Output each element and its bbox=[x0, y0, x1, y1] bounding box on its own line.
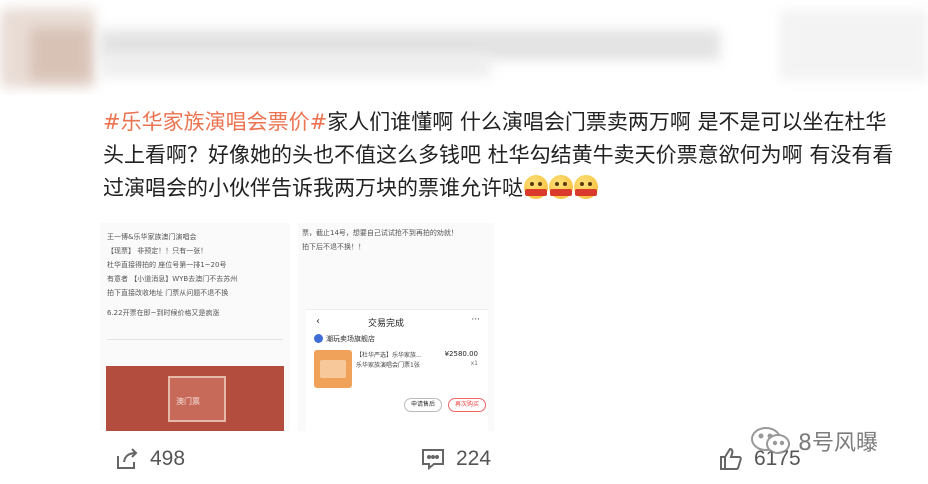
thumbs-up-icon bbox=[720, 447, 742, 470]
ticket-label: 澳门票 bbox=[176, 397, 200, 406]
product-subtitle: 乐华家族演唱会门票1张 bbox=[356, 362, 420, 369]
blurred-profile-header bbox=[0, 0, 928, 95]
comment-icon bbox=[422, 449, 444, 471]
share-icon bbox=[117, 448, 138, 469]
order-title: 交易完成 bbox=[368, 319, 405, 329]
image-text-line: 杜华直接得拍的 座位号第一排1~20号 bbox=[107, 261, 227, 269]
order-nav-bar: ‹ 交易完成 ··· bbox=[306, 314, 488, 330]
buy-again-button: 再次购买 bbox=[448, 398, 487, 412]
product-qty: x1 bbox=[470, 360, 478, 367]
crying-face-icon bbox=[574, 175, 598, 199]
watermark: 8号风曝 bbox=[746, 424, 878, 458]
product-title: 【杜华严选】乐华家族... bbox=[356, 352, 422, 359]
share-count: 498 bbox=[150, 447, 186, 470]
order-screenshot: ‹ 交易完成 ··· 潮玩卖场旗舰店 【杜华严选】乐华家族... 乐华家族演唱会… bbox=[306, 309, 488, 431]
store-name: 潮玩卖场旗舰店 bbox=[314, 334, 375, 344]
after-sale-button: 申请售后 bbox=[404, 398, 443, 412]
image-text-line: 6.22开票在即~到时候价格又是疯涨 bbox=[107, 309, 220, 317]
share-button[interactable]: 498 bbox=[114, 445, 185, 473]
store-logo-icon bbox=[314, 334, 323, 343]
attached-image-left[interactable]: 王一博&乐华家族澳门演唱会 【现票】 非预定！！只有一张！ 杜华直接得拍的 座位… bbox=[100, 223, 290, 431]
wechat-icon bbox=[751, 427, 790, 454]
image-text-line: 有意者 【小道消息】WYB去澳门不去苏州 bbox=[107, 275, 238, 283]
image-text-line: 【现票】 非预定！！只有一张！ bbox=[107, 247, 208, 255]
comment-button[interactable]: 224 bbox=[420, 445, 491, 473]
image-text-line: 票，截止14号，想要自己试试抢不到再拍的劝就！ bbox=[302, 229, 458, 237]
post-text: #乐华家族演唱会票价#家人们谁懂啊 什么演唱会门票卖两万啊 是不是可以坐在杜华头… bbox=[103, 106, 903, 205]
more-icon: ··· bbox=[471, 315, 480, 325]
divider bbox=[107, 339, 283, 340]
product-price: ¥2580.00 bbox=[444, 350, 478, 358]
image-text-line: 王一博&乐华家族澳门演唱会 bbox=[107, 233, 197, 241]
crying-face-icon bbox=[549, 175, 573, 199]
ticket-card: 澳门票 bbox=[168, 376, 226, 422]
watermark-text: 8号风曝 bbox=[798, 431, 878, 456]
attached-image-right[interactable]: 票，截止14号，想要自己试试抢不到再拍的劝就！ 拍下后不退不换！！ ‹ 交易完成… bbox=[298, 223, 494, 431]
image-text-line: 拍下后不退不换！！ bbox=[302, 243, 365, 251]
back-icon: ‹ bbox=[316, 316, 320, 327]
product-thumbnail bbox=[314, 350, 352, 388]
image-text-line: 拍下直接改收地址 门票从问题不退不换 bbox=[107, 289, 229, 297]
comment-count: 224 bbox=[456, 447, 492, 470]
ticket-photo: 澳门票 bbox=[106, 366, 284, 431]
hashtag-link[interactable]: #乐华家族演唱会票价# bbox=[103, 110, 327, 134]
crying-face-icon bbox=[524, 175, 548, 199]
